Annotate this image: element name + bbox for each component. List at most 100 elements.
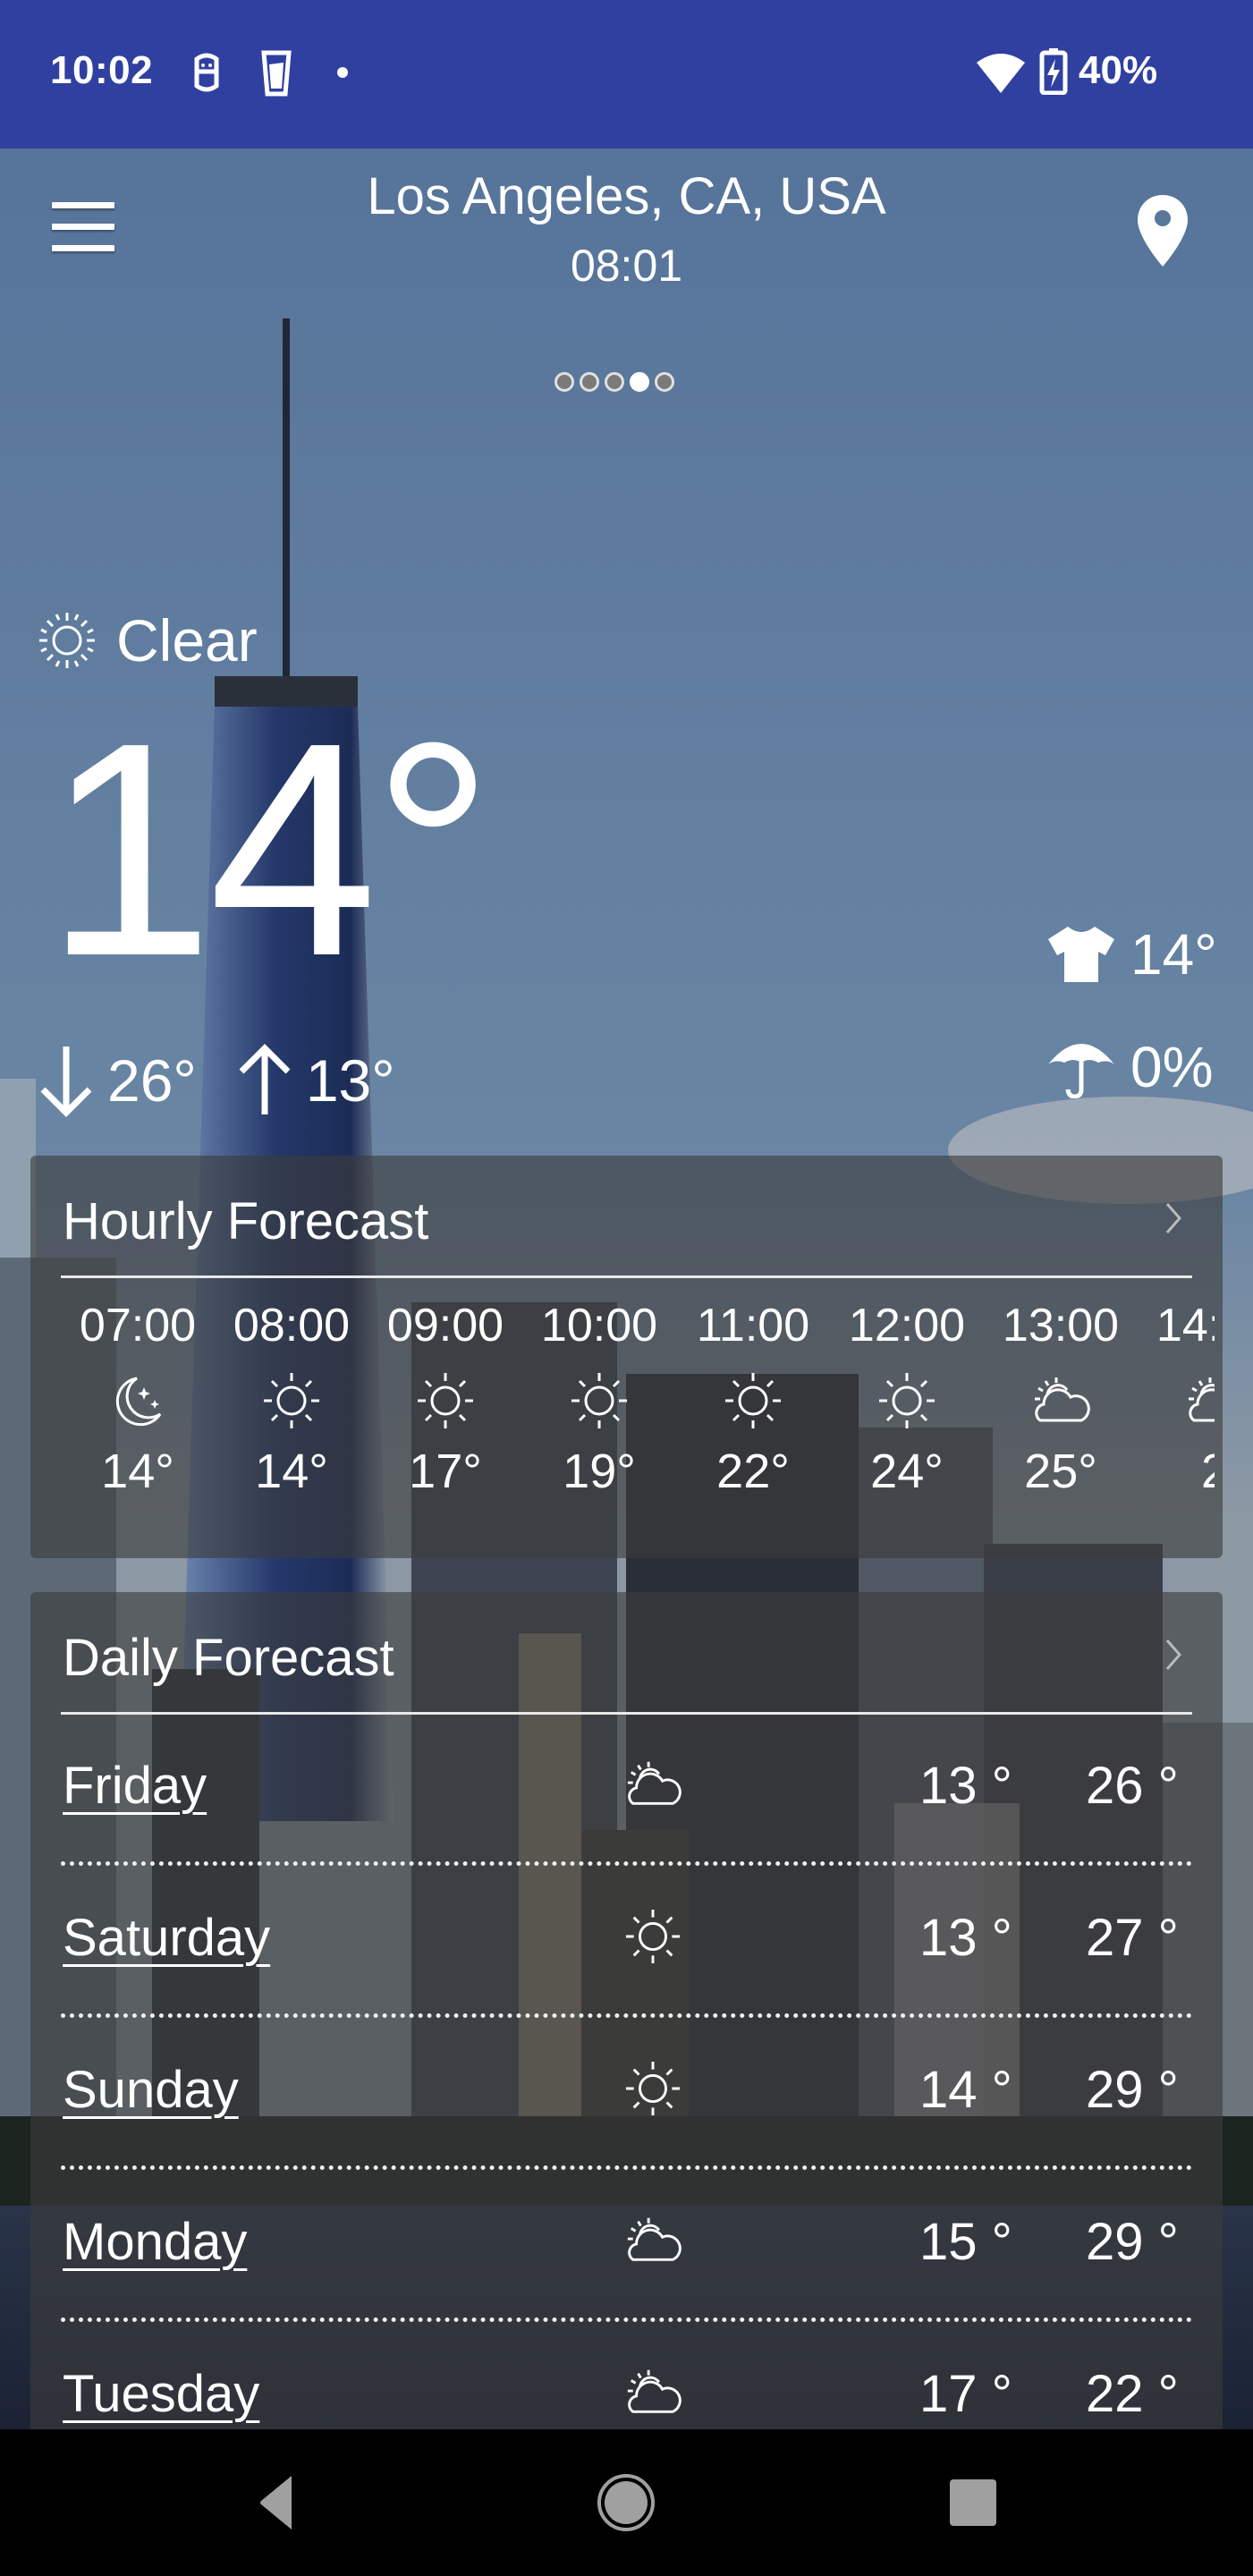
temp-up-value: 13° xyxy=(305,1047,395,1114)
hour-time: 07:00 xyxy=(79,1300,197,1352)
day-low-temp: 15 ° xyxy=(919,2213,1012,2271)
glass-icon xyxy=(261,50,292,97)
day-high-temp: 27 ° xyxy=(1086,1909,1179,1967)
back-triangle-icon[interactable] xyxy=(241,2467,313,2538)
wifi-icon xyxy=(977,54,1025,93)
min-max-temps: 26° 13° xyxy=(38,1043,435,1118)
recents-square-icon[interactable] xyxy=(937,2467,1009,2538)
daily-forecast-card: Daily Forecast Friday 13 ° 26 ° Saturday… xyxy=(30,1592,1223,2433)
arrow-up-icon xyxy=(239,1044,291,1114)
hour-temp: 22° xyxy=(716,1445,790,1498)
sun-icon xyxy=(264,1373,319,1428)
page-indicator xyxy=(555,372,674,395)
hour-temp: 14° xyxy=(255,1445,328,1498)
day-low-temp: 13 ° xyxy=(919,1757,1012,1815)
sun-icon xyxy=(725,1373,781,1428)
day-name[interactable]: Friday xyxy=(63,1756,207,1816)
system-nav-bar xyxy=(0,2429,1253,2576)
hourly-forecast-card: Hourly Forecast 07:00 14° 08:00 14° 09:0… xyxy=(30,1156,1223,1558)
hour-item[interactable]: 09:00 17° xyxy=(368,1299,522,1499)
partly-cloudy-icon xyxy=(1035,1377,1090,1422)
hour-time: 08:00 xyxy=(233,1300,351,1352)
hour-temp: 17° xyxy=(409,1445,482,1498)
hour-temp: 14° xyxy=(101,1445,174,1498)
home-circle-icon[interactable] xyxy=(590,2467,662,2538)
hour-item[interactable]: 14:00 2 xyxy=(1138,1299,1215,1499)
location-title[interactable]: Los Angeles, CA, USA xyxy=(0,166,1253,226)
row-divider xyxy=(61,2318,1192,2322)
day-high-temp: 22 ° xyxy=(1086,2365,1179,2423)
condition-label: Clear xyxy=(116,607,258,674)
hour-temp: 24° xyxy=(870,1445,944,1498)
sun-icon xyxy=(39,613,95,668)
status-time: 10:02 xyxy=(50,48,154,92)
hour-time: 13:00 xyxy=(1002,1300,1120,1352)
location-pin-icon[interactable] xyxy=(1136,193,1190,268)
temp-down-value: 26° xyxy=(107,1047,197,1114)
battery-charging-icon xyxy=(1039,48,1068,95)
page-dot[interactable] xyxy=(580,372,599,392)
hour-item[interactable]: 13:00 25° xyxy=(984,1299,1138,1499)
feels-like: 14° xyxy=(1046,921,1217,987)
day-row[interactable]: Tuesday 17 ° 22 ° xyxy=(61,2323,1192,2433)
hour-temp: 25° xyxy=(1024,1445,1097,1498)
page-dot[interactable] xyxy=(605,372,624,392)
page-dot[interactable] xyxy=(555,372,574,392)
day-name[interactable]: Saturday xyxy=(63,1908,270,1968)
day-high-temp: 26 ° xyxy=(1086,1757,1179,1815)
hour-time: 11:00 xyxy=(696,1300,810,1352)
hourly-list[interactable]: 07:00 14° 08:00 14° 09:00 17° 10:00 19° … xyxy=(61,1299,1215,1540)
day-row[interactable]: Friday 13 ° 26 ° xyxy=(61,1715,1192,1867)
arrow-down-icon xyxy=(40,1046,92,1117)
daily-forecast-header[interactable]: Daily Forecast xyxy=(61,1592,1192,1715)
day-high-temp: 29 ° xyxy=(1086,2213,1179,2271)
status-bar: 10:02 40% xyxy=(0,0,1253,148)
chevron-right-icon[interactable] xyxy=(1160,1637,1187,1673)
battery-percent: 40% xyxy=(1079,48,1158,92)
partly-cloudy-icon xyxy=(627,2369,682,2413)
row-divider xyxy=(61,2165,1192,2170)
hour-time: 12:00 xyxy=(848,1300,966,1352)
hour-item[interactable]: 10:00 19° xyxy=(522,1299,676,1499)
local-time: 08:01 xyxy=(570,241,683,291)
hourly-forecast-title: Hourly Forecast xyxy=(63,1192,429,1250)
hourly-forecast-header[interactable]: Hourly Forecast xyxy=(61,1156,1192,1278)
current-temperature: 14° xyxy=(45,680,494,1020)
hour-temp: 2 xyxy=(1200,1445,1215,1498)
tshirt-icon xyxy=(1048,927,1114,982)
umbrella-icon xyxy=(1048,1044,1114,1098)
page-dot[interactable] xyxy=(655,372,674,392)
hour-item[interactable]: 08:00 14° xyxy=(215,1299,368,1499)
sun-icon xyxy=(571,1373,627,1428)
hour-item[interactable]: 07:00 14° xyxy=(61,1299,215,1499)
day-name[interactable]: Sunday xyxy=(63,2060,239,2120)
dot-icon xyxy=(337,67,348,78)
partly-cloudy-icon xyxy=(627,1761,682,1805)
hour-temp: 19° xyxy=(563,1445,636,1498)
chevron-right-icon[interactable] xyxy=(1160,1200,1187,1236)
day-row[interactable]: Saturday 13 ° 27 ° xyxy=(61,1867,1192,2019)
row-divider xyxy=(61,1861,1192,1866)
sun-icon xyxy=(879,1373,935,1428)
row-divider xyxy=(61,2013,1192,2018)
day-low-temp: 13 ° xyxy=(919,1909,1012,1967)
hour-item[interactable]: 12:00 24° xyxy=(830,1299,984,1499)
day-name[interactable]: Tuesday xyxy=(63,2364,259,2424)
day-low-temp: 17 ° xyxy=(919,2365,1012,2423)
day-row[interactable]: Sunday 14 ° 29 ° xyxy=(61,2019,1192,2171)
precipitation-value: 0% xyxy=(1130,1035,1214,1099)
face-icon xyxy=(194,53,219,92)
day-low-temp: 14 ° xyxy=(919,2061,1012,2119)
precipitation: 0% xyxy=(1046,1034,1214,1100)
day-name[interactable]: Monday xyxy=(63,2212,247,2272)
hour-time: 09:00 xyxy=(386,1300,504,1352)
day-row[interactable]: Monday 15 ° 29 ° xyxy=(61,2171,1192,2323)
hour-item[interactable]: 11:00 22° xyxy=(676,1299,830,1499)
sun-icon xyxy=(625,2061,681,2116)
hour-time: 10:00 xyxy=(540,1300,658,1352)
feels-like-value: 14° xyxy=(1130,922,1217,987)
partly-cloudy-icon xyxy=(1189,1377,1215,1422)
hour-time: 14:00 xyxy=(1156,1300,1215,1352)
current-condition: Clear xyxy=(38,605,258,676)
page-dot-active[interactable] xyxy=(630,372,649,392)
